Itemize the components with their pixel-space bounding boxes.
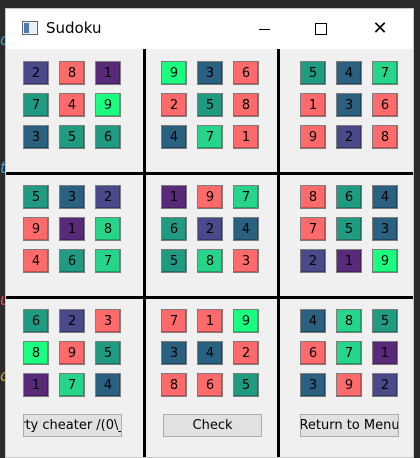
sudoku-cell[interactable]: 6	[95, 125, 121, 149]
sudoku-cell[interactable]: 4	[23, 249, 49, 273]
app-window-icon	[22, 21, 38, 35]
sudoku-cell[interactable]: 1	[95, 61, 121, 85]
sudoku-cell[interactable]: 3	[300, 373, 326, 397]
sudoku-cell[interactable]: 5	[23, 185, 49, 209]
minimize-button[interactable]	[241, 9, 287, 49]
sudoku-cell[interactable]: 2	[95, 185, 121, 209]
sudoku-cell[interactable]: 9	[23, 217, 49, 241]
sudoku-cell[interactable]: 9	[300, 125, 326, 149]
maximize-icon	[315, 23, 327, 35]
sudoku-cell[interactable]: 7	[59, 373, 85, 397]
sudoku-cell[interactable]: 9	[336, 373, 362, 397]
sudoku-cell[interactable]: 1	[336, 249, 362, 273]
close-icon: ✕	[372, 18, 388, 39]
sudoku-cell[interactable]: 2	[233, 341, 259, 365]
check-button[interactable]: Check	[163, 414, 262, 437]
sudoku-cell[interactable]: 4	[197, 341, 223, 365]
sudoku-cell[interactable]: 5	[161, 249, 187, 273]
sudoku-cell[interactable]: 8	[336, 309, 362, 333]
sudoku-cell[interactable]: 5	[197, 93, 223, 117]
sudoku-cell[interactable]: 3	[161, 341, 187, 365]
sudoku-cell[interactable]: 7	[23, 93, 49, 117]
sudoku-cell[interactable]: 4	[336, 61, 362, 85]
sudoku-cell[interactable]: 4	[59, 93, 85, 117]
sudoku-cell[interactable]: 2	[59, 309, 85, 333]
sudoku-cell[interactable]: 9	[59, 341, 85, 365]
sudoku-cell[interactable]: 1	[233, 125, 259, 149]
sudoku-cell[interactable]: 5	[372, 309, 398, 333]
sudoku-cell[interactable]: 6	[372, 93, 398, 117]
sudoku-cell[interactable]: 6	[23, 309, 49, 333]
sudoku-cell[interactable]: 1	[372, 341, 398, 365]
sudoku-cell[interactable]: 3	[372, 217, 398, 241]
sudoku-cell[interactable]: 1	[161, 185, 187, 209]
sudoku-cell[interactable]: 5	[59, 125, 85, 149]
sudoku-cell[interactable]: 2	[161, 93, 187, 117]
sudoku-cell[interactable]: 2	[197, 217, 223, 241]
sudoku-cell[interactable]: 4	[95, 373, 121, 397]
sudoku-cell[interactable]: 8	[300, 185, 326, 209]
sudoku-cell[interactable]: 9	[372, 249, 398, 273]
sudoku-cell[interactable]: 6	[336, 185, 362, 209]
sudoku-cell[interactable]: 6	[197, 373, 223, 397]
sudoku-cell[interactable]: 5	[95, 341, 121, 365]
sudoku-cell[interactable]: 1	[300, 93, 326, 117]
grid-line	[6, 296, 413, 299]
sudoku-cell[interactable]: 9	[197, 185, 223, 209]
sudoku-cell[interactable]: 3	[59, 185, 85, 209]
sudoku-cell[interactable]: 9	[161, 61, 187, 85]
sudoku-cell[interactable]: 8	[95, 217, 121, 241]
sudoku-cell[interactable]: 4	[161, 125, 187, 149]
sudoku-cell[interactable]: 2	[372, 373, 398, 397]
sudoku-cell[interactable]: 8	[161, 373, 187, 397]
sudoku-cell[interactable]: 4	[372, 185, 398, 209]
title-bar[interactable]: Sudoku ✕	[6, 9, 413, 49]
sudoku-cell[interactable]: 7	[336, 341, 362, 365]
maximize-button[interactable]	[298, 9, 344, 49]
sudoku-cell[interactable]: 6	[233, 61, 259, 85]
sudoku-cell[interactable]: 9	[233, 309, 259, 333]
sudoku-cell[interactable]: 2	[23, 61, 49, 85]
cheater-button[interactable]: rty cheater /(0\_	[23, 414, 122, 437]
sudoku-cell[interactable]: 1	[59, 217, 85, 241]
sudoku-cell[interactable]: 3	[233, 249, 259, 273]
sudoku-cell[interactable]: 3	[197, 61, 223, 85]
sudoku-cell[interactable]: 3	[23, 125, 49, 149]
sudoku-cell[interactable]: 6	[300, 341, 326, 365]
sudoku-cell[interactable]: 7	[95, 249, 121, 273]
sudoku-cell[interactable]: 8	[372, 125, 398, 149]
sudoku-board: rty cheater /(0\_ Check Return to Menu 2…	[6, 49, 413, 457]
close-button[interactable]: ✕	[357, 9, 403, 49]
sudoku-cell[interactable]: 6	[59, 249, 85, 273]
sudoku-cell[interactable]: 8	[197, 249, 223, 273]
grid-line	[143, 49, 146, 457]
sudoku-cell[interactable]: 1	[23, 373, 49, 397]
sudoku-cell[interactable]: 5	[336, 217, 362, 241]
sudoku-cell[interactable]: 4	[233, 217, 259, 241]
sudoku-window: Sudoku ✕ rty cheater /(0\_ Check Return …	[5, 8, 414, 458]
sudoku-cell[interactable]: 6	[161, 217, 187, 241]
sudoku-cell[interactable]: 3	[95, 309, 121, 333]
sudoku-cell[interactable]: 7	[197, 125, 223, 149]
sudoku-cell[interactable]: 4	[300, 309, 326, 333]
sudoku-cell[interactable]: 1	[197, 309, 223, 333]
sudoku-cell[interactable]: 2	[300, 249, 326, 273]
sudoku-cell[interactable]: 8	[233, 93, 259, 117]
window-title: Sudoku	[46, 19, 102, 37]
sudoku-cell[interactable]: 8	[59, 61, 85, 85]
sudoku-cell[interactable]: 5	[233, 373, 259, 397]
sudoku-cell[interactable]: 8	[23, 341, 49, 365]
minimize-icon	[258, 28, 270, 30]
sudoku-cell[interactable]: 7	[300, 217, 326, 241]
sudoku-cell[interactable]: 9	[95, 93, 121, 117]
sudoku-cell[interactable]: 7	[161, 309, 187, 333]
sudoku-cell[interactable]: 7	[372, 61, 398, 85]
return-to-menu-button[interactable]: Return to Menu	[300, 414, 399, 437]
sudoku-cell[interactable]: 3	[336, 93, 362, 117]
sudoku-cell[interactable]: 7	[233, 185, 259, 209]
grid-line	[277, 49, 280, 457]
sudoku-cell[interactable]: 5	[300, 61, 326, 85]
sudoku-cell[interactable]: 2	[336, 125, 362, 149]
grid-line	[6, 172, 413, 175]
